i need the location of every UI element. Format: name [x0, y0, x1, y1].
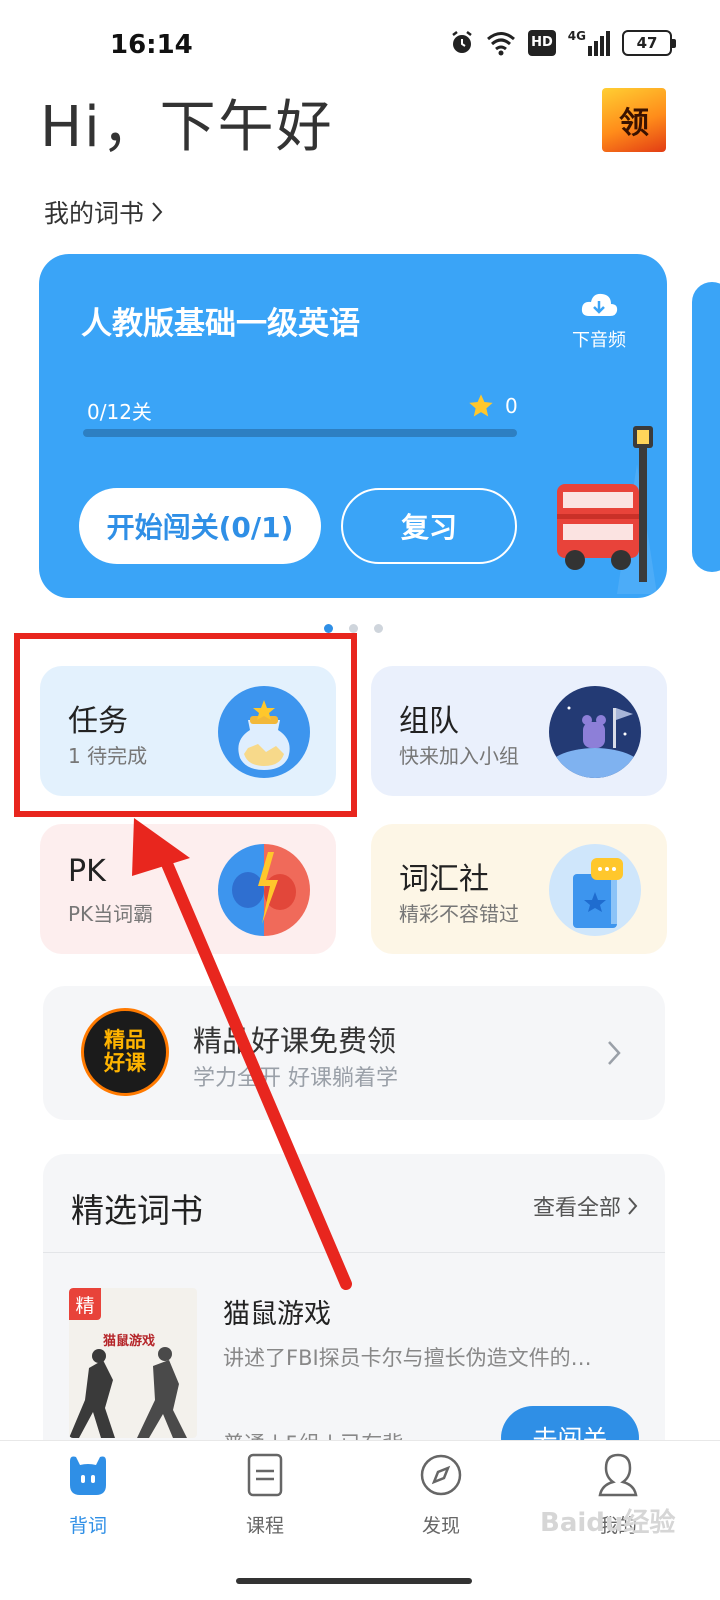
chevron-right-icon: [152, 202, 163, 222]
tab-course[interactable]: 课程: [205, 1451, 325, 1538]
highlight-annotation-box: [14, 633, 357, 817]
divider: [43, 1252, 665, 1253]
selected-books-section: 精选词书 查看全部 精 猫鼠游戏 猫鼠游戏 讲述了FBI探员卡尔与擅长伪造文件的…: [43, 1154, 665, 1474]
level-progress-bar: [83, 429, 517, 437]
logo-line-2: 好课: [104, 1051, 146, 1075]
tab-vocab[interactable]: 背词: [28, 1451, 148, 1538]
compass-icon: [420, 1454, 462, 1496]
review-button[interactable]: 复习: [341, 488, 517, 564]
chevron-right-icon: [608, 1041, 621, 1065]
start-challenge-button[interactable]: 开始闯关(0/1): [79, 488, 321, 564]
vocab-home-icon: [70, 1456, 106, 1495]
carousel-dot: [374, 624, 383, 633]
battery-indicator: 47: [622, 30, 676, 56]
pk-subtitle: PK当词霸: [68, 902, 154, 926]
team-subtitle: 快来加入小组: [399, 744, 519, 768]
book-title: 人教版基础一级英语: [81, 306, 360, 342]
current-book-card[interactable]: 人教版基础一级英语 下音频 0/12关 0 开始闯关(0/1) 复习: [39, 254, 667, 598]
tab-label: 背词: [68, 1515, 107, 1537]
status-bar: 16:14 HD 4G 47: [0, 0, 720, 92]
pk-title: PK: [68, 854, 106, 889]
home-indicator[interactable]: [236, 1578, 472, 1584]
status-time: 16:14: [110, 30, 193, 60]
greeting-title: Hi，下午好: [40, 95, 334, 160]
stars-count: 0: [467, 392, 518, 420]
running-men-illustration: [69, 1347, 187, 1438]
signal-icon: 4G: [568, 30, 610, 56]
chat-book-icon: [549, 844, 641, 936]
vocab-club-title: 词汇社: [399, 862, 489, 897]
view-all-link[interactable]: 查看全部: [533, 1190, 639, 1222]
vocab-club-subtitle: 精彩不容错过: [399, 902, 519, 926]
download-audio-button[interactable]: 下音频: [559, 290, 639, 352]
carousel-indicator: [324, 624, 383, 633]
tab-label: 发现: [421, 1515, 460, 1537]
watermark: Baidu经验: [540, 1508, 676, 1538]
level-progress-text: 0/12关: [87, 400, 152, 424]
team-flag-planet-icon: [549, 686, 641, 778]
course-book-icon: [247, 1453, 283, 1497]
alarm-icon: [452, 31, 472, 53]
hd-icon: HD: [528, 30, 556, 56]
gift-claim-label: 领: [619, 106, 649, 141]
vocab-club-tile[interactable]: 词汇社 精彩不容错过: [371, 824, 667, 954]
double-decker-bus-illustration: [557, 426, 657, 594]
tab-discover[interactable]: 发现: [381, 1451, 501, 1538]
selected-books-heading: 精选词书: [71, 1191, 203, 1230]
next-book-card-peek[interactable]: [692, 282, 720, 572]
team-tile[interactable]: 组队 快来加入小组: [371, 666, 667, 796]
my-books-link[interactable]: 我的词书: [44, 194, 164, 230]
view-all-label: 查看全部: [532, 1196, 621, 1221]
star-icon: [469, 394, 493, 417]
carousel-dot: [324, 624, 333, 633]
logo-line-1: 精品: [104, 1028, 146, 1052]
quality-course-logo: 精品 好课: [81, 1008, 169, 1096]
book-cover[interactable]: 精 猫鼠游戏: [69, 1288, 197, 1438]
profile-icon: [598, 1453, 638, 1497]
download-audio-label: 下音频: [572, 330, 626, 351]
cloud-download-icon: [581, 293, 618, 316]
team-title: 组队: [399, 704, 459, 739]
promo-title: 精品好课免费领: [193, 1024, 397, 1058]
pk-tile[interactable]: PK PK当词霸: [40, 824, 336, 954]
promo-subtitle: 学力全开 好课躺着学: [193, 1066, 398, 1091]
boxing-gloves-icon: [218, 844, 310, 936]
book-description: 讲述了FBI探员卡尔与擅长伪造文件的…: [223, 1346, 592, 1370]
stars-value: 0: [505, 394, 518, 418]
carousel-dot: [349, 624, 358, 633]
chevron-right-icon: [628, 1197, 638, 1215]
gift-claim-button[interactable]: 领: [602, 88, 666, 152]
my-books-label: 我的词书: [44, 199, 145, 228]
tab-label: 课程: [245, 1515, 284, 1537]
free-course-banner[interactable]: 精品 好课 精品好课免费领 学力全开 好课躺着学: [43, 986, 665, 1120]
wifi-icon: [487, 32, 516, 56]
book-name[interactable]: 猫鼠游戏: [223, 1292, 331, 1331]
status-icons: HD 4G 47: [450, 30, 676, 56]
